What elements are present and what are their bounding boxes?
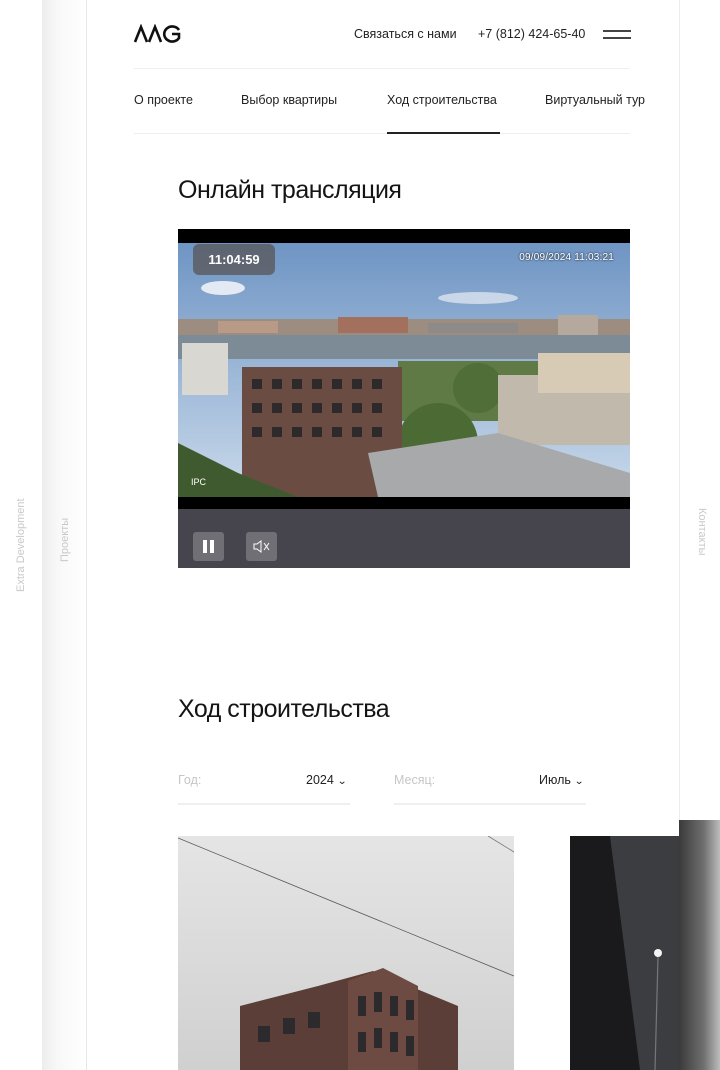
contact-link[interactable]: Связаться с нами [354, 27, 457, 41]
tab-virtual-tour[interactable]: Виртуальный тур [545, 93, 645, 107]
side-nav-projects[interactable]: Проекты [59, 518, 71, 562]
side-nav-contacts[interactable]: Контакты [696, 508, 708, 556]
active-tab-indicator [387, 132, 500, 134]
progress-photo[interactable] [178, 836, 514, 1070]
hamburger-icon[interactable] [603, 28, 631, 40]
year-label: Год: [178, 773, 202, 787]
camera-timestamp: 09/09/2024 11:03:21 [519, 252, 614, 263]
divider [134, 133, 630, 134]
pause-button[interactable] [193, 532, 224, 561]
live-time-badge: 11:04:59 [193, 244, 275, 275]
player-controls [178, 509, 630, 568]
month-label: Месяц: [394, 773, 436, 787]
tab-construction[interactable]: Ход строительства [387, 93, 497, 107]
mute-button[interactable] [246, 532, 277, 561]
phone-link[interactable]: +7 (812) 424-65-40 [478, 27, 585, 41]
month-select[interactable]: Июль ⌄ [539, 773, 585, 787]
chevron-down-icon: ⌄ [574, 776, 585, 787]
camera-brand: IPC [191, 477, 207, 487]
company-label: Extra Development [15, 498, 27, 592]
month-underline [394, 803, 586, 805]
camera-feed-image [178, 243, 630, 497]
progress-photo[interactable] [570, 836, 679, 1070]
year-select[interactable]: 2024 ⌄ [306, 773, 348, 787]
speaker-muted-icon [253, 540, 270, 553]
building-photo-image [178, 836, 514, 1070]
next-photo-overlay [679, 820, 720, 1070]
chevron-down-icon: ⌄ [336, 776, 348, 787]
year-underline [178, 803, 350, 805]
progress-title: Ход строительства [178, 695, 390, 723]
interior-photo-image [570, 836, 679, 1070]
year-value: 2024 [306, 773, 334, 787]
pause-icon [203, 540, 214, 553]
month-value: Июль [539, 773, 571, 787]
video-player[interactable]: 11:04:59 09/09/2024 11:03:21 IPC [178, 229, 630, 568]
brand-logo[interactable] [134, 24, 182, 44]
tab-about[interactable]: О проекте [134, 93, 193, 107]
divider [86, 0, 87, 1070]
live-title: Онлайн трансляция [178, 176, 402, 204]
divider [134, 68, 630, 69]
tab-apartments[interactable]: Выбор квартиры [241, 93, 337, 107]
